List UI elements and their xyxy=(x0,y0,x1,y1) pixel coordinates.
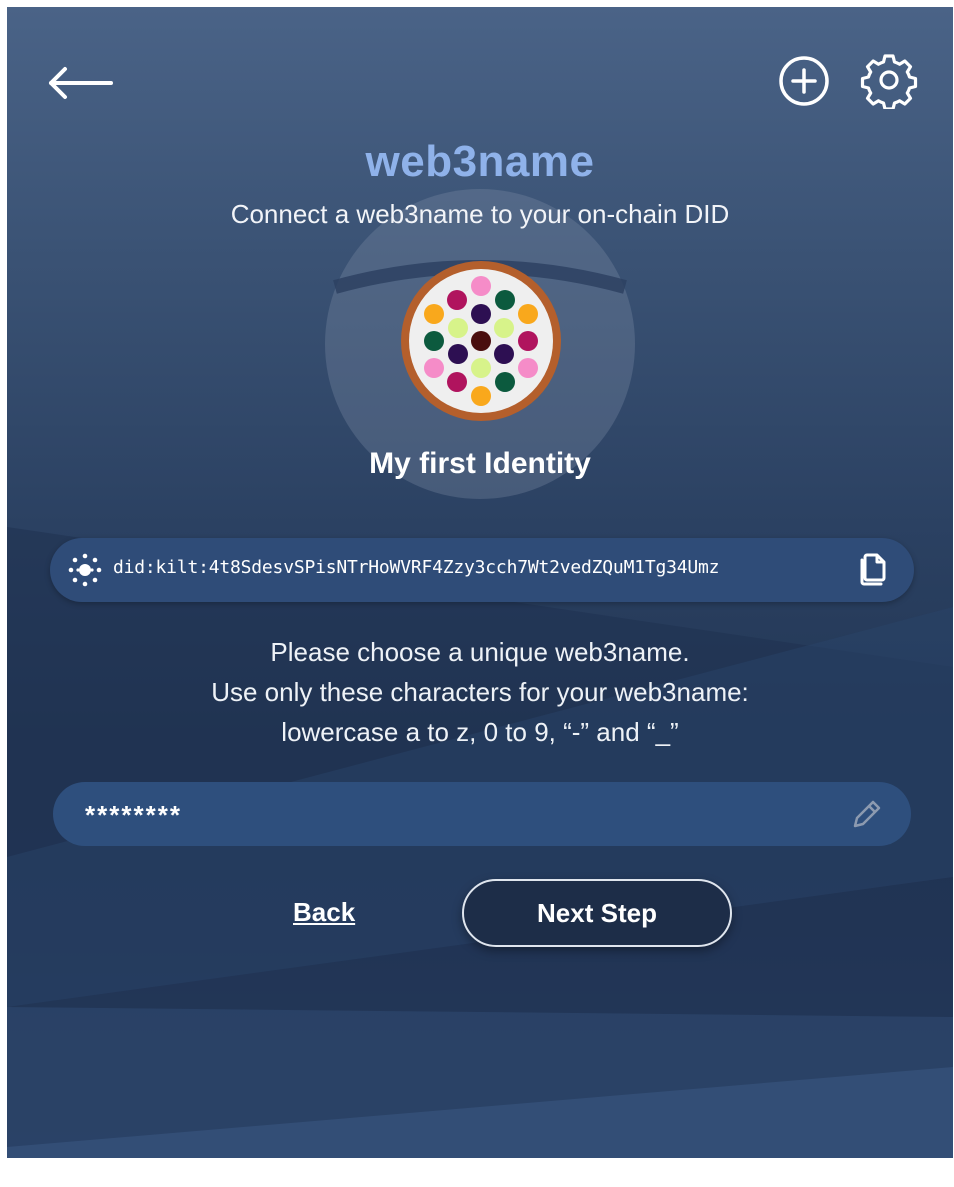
app-window: web3name Connect a web3name to your on-c… xyxy=(7,7,953,1158)
did-text: did:kilt:4t8SdesvSPisNTrHoWVRF4Zzy3cch7W… xyxy=(113,557,720,578)
instruction-line-3: lowercase a to z, 0 to 9, “-” and “_” xyxy=(281,717,679,747)
web3name-field xyxy=(53,782,911,848)
pencil-icon xyxy=(853,800,881,828)
copy-icon xyxy=(860,553,886,586)
identity-avatar xyxy=(401,261,561,421)
back-link[interactable]: Back xyxy=(293,897,355,928)
web3name-input[interactable] xyxy=(83,782,827,848)
next-step-button[interactable]: Next Step xyxy=(462,879,732,947)
identity-name: My first Identity xyxy=(369,447,591,480)
instruction-line-1: Please choose a unique web3name. xyxy=(270,637,690,667)
kilt-logo-icon xyxy=(68,553,102,587)
instruction-line-2: Use only these characters for your web3n… xyxy=(211,677,749,707)
copy-did-button[interactable] xyxy=(855,552,889,588)
gear-icon xyxy=(860,54,918,111)
page-title: web3name xyxy=(365,137,595,186)
instructions: Please choose a unique web3name. Use onl… xyxy=(7,632,953,752)
settings-button[interactable] xyxy=(860,51,918,111)
back-arrow-button[interactable] xyxy=(45,63,117,103)
page-subtitle: Connect a web3name to your on-chain DID xyxy=(230,199,730,229)
arrow-left-icon xyxy=(49,67,113,99)
add-identity-button[interactable] xyxy=(776,53,832,109)
plus-circle-icon xyxy=(779,56,829,106)
